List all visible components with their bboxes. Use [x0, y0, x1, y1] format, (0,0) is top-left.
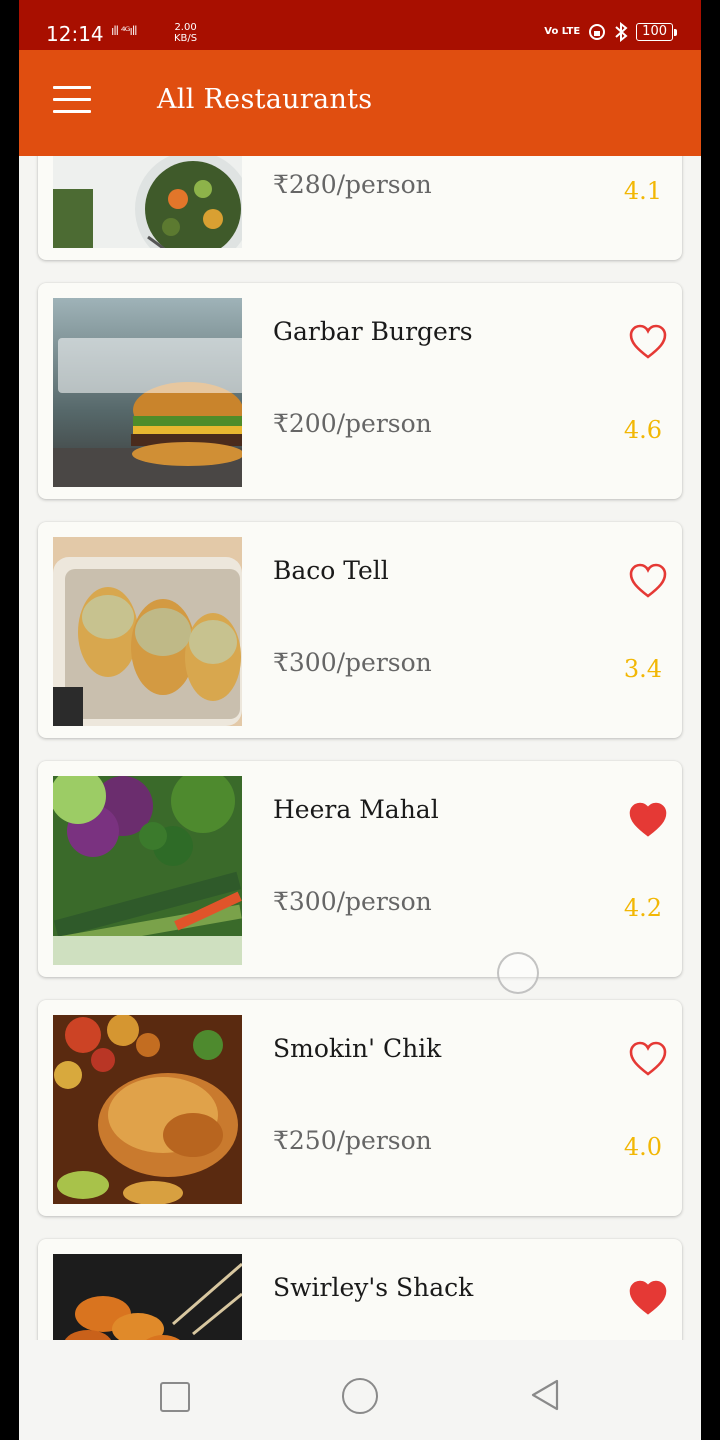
heart-outline-icon[interactable] — [628, 1040, 668, 1078]
price-label: ₹280/person — [273, 170, 432, 199]
app-screen: 12:14 ıll ⁴ᴳıll 2.00 KB/S Vo LTE 100 All… — [19, 0, 701, 1440]
speed-unit: KB/S — [174, 33, 198, 44]
rating-label: 3.4 — [623, 655, 662, 683]
circle-home-icon[interactable] — [342, 1378, 378, 1414]
restaurant-card[interactable]: Garbar Burgers ₹200/person 4.6 — [38, 283, 682, 499]
price-value: 250/person — [288, 1126, 432, 1155]
system-nav-bar — [19, 1340, 701, 1440]
status-right: Vo LTE 100 — [544, 22, 677, 42]
heart-outline-icon[interactable] — [628, 323, 668, 361]
price-label: ₹300/person — [273, 648, 432, 677]
triangle-back-icon[interactable] — [529, 1378, 561, 1412]
heart-outline-icon[interactable] — [628, 562, 668, 600]
currency-symbol: ₹ — [273, 409, 289, 438]
volte-icon: Vo LTE — [544, 26, 581, 37]
restaurant-card[interactable]: Smokin' Chik ₹250/person 4.0 — [38, 1000, 682, 1216]
restaurant-name: Baco Tell — [273, 556, 389, 585]
food-image-roast-chicken — [53, 1015, 242, 1204]
hamburger-menu-icon[interactable] — [53, 86, 91, 118]
price-value: 280/person — [288, 170, 432, 199]
food-image-skewers — [53, 1254, 242, 1340]
rating-label: 4.6 — [623, 416, 662, 444]
restaurant-card[interactable]: ₹280/person 4.1 — [38, 156, 682, 260]
food-image-salad — [53, 156, 242, 248]
page-title: All Restaurants — [157, 84, 373, 115]
restaurant-list[interactable]: ₹280/person 4.1 Garbar Burgers ₹200/pers… — [19, 156, 701, 1340]
heart-filled-icon[interactable] — [628, 801, 668, 839]
app-bar: All Restaurants — [19, 50, 701, 156]
alarm-icon — [589, 24, 606, 40]
heart-filled-icon[interactable] — [628, 1279, 668, 1317]
rating-label: 4.2 — [623, 894, 662, 922]
currency-symbol: ₹ — [273, 170, 289, 199]
currency-symbol: ₹ — [273, 1126, 289, 1155]
rating-label: 4.0 — [623, 1133, 662, 1161]
rating-label: 4.1 — [623, 177, 662, 205]
network-speed: 2.00 KB/S — [174, 22, 197, 44]
bluetooth-icon — [615, 22, 628, 42]
speed-value: 2.00 — [174, 22, 197, 33]
price-value: 300/person — [288, 648, 432, 677]
restaurant-name: Swirley's Shack — [273, 1273, 474, 1302]
food-image-vegetables — [53, 776, 242, 965]
restaurant-name: Garbar Burgers — [273, 317, 473, 346]
square-recent-apps-icon[interactable] — [160, 1382, 190, 1412]
currency-symbol: ₹ — [273, 887, 289, 916]
status-bar: 12:14 ıll ⁴ᴳıll 2.00 KB/S Vo LTE 100 — [19, 0, 701, 50]
price-label: ₹300/person — [273, 887, 432, 916]
restaurant-name: Heera Mahal — [273, 795, 439, 824]
touch-indicator — [497, 952, 539, 994]
battery-icon: 100 — [636, 23, 677, 41]
food-image-burger — [53, 298, 242, 487]
restaurant-card[interactable]: Baco Tell ₹300/person 3.4 — [38, 522, 682, 738]
restaurant-card[interactable]: Heera Mahal ₹300/person 4.2 — [38, 761, 682, 977]
price-label: ₹200/person — [273, 409, 432, 438]
restaurant-card[interactable]: Swirley's Shack — [38, 1239, 682, 1340]
currency-symbol: ₹ — [273, 648, 289, 677]
price-value: 300/person — [288, 887, 432, 916]
signal-icon: ıll ⁴ᴳıll — [111, 24, 138, 38]
price-label: ₹250/person — [273, 1126, 432, 1155]
restaurant-name: Smokin' Chik — [273, 1034, 442, 1063]
food-image-tacos — [53, 537, 242, 726]
price-value: 200/person — [288, 409, 432, 438]
status-time: 12:14 — [46, 22, 104, 46]
